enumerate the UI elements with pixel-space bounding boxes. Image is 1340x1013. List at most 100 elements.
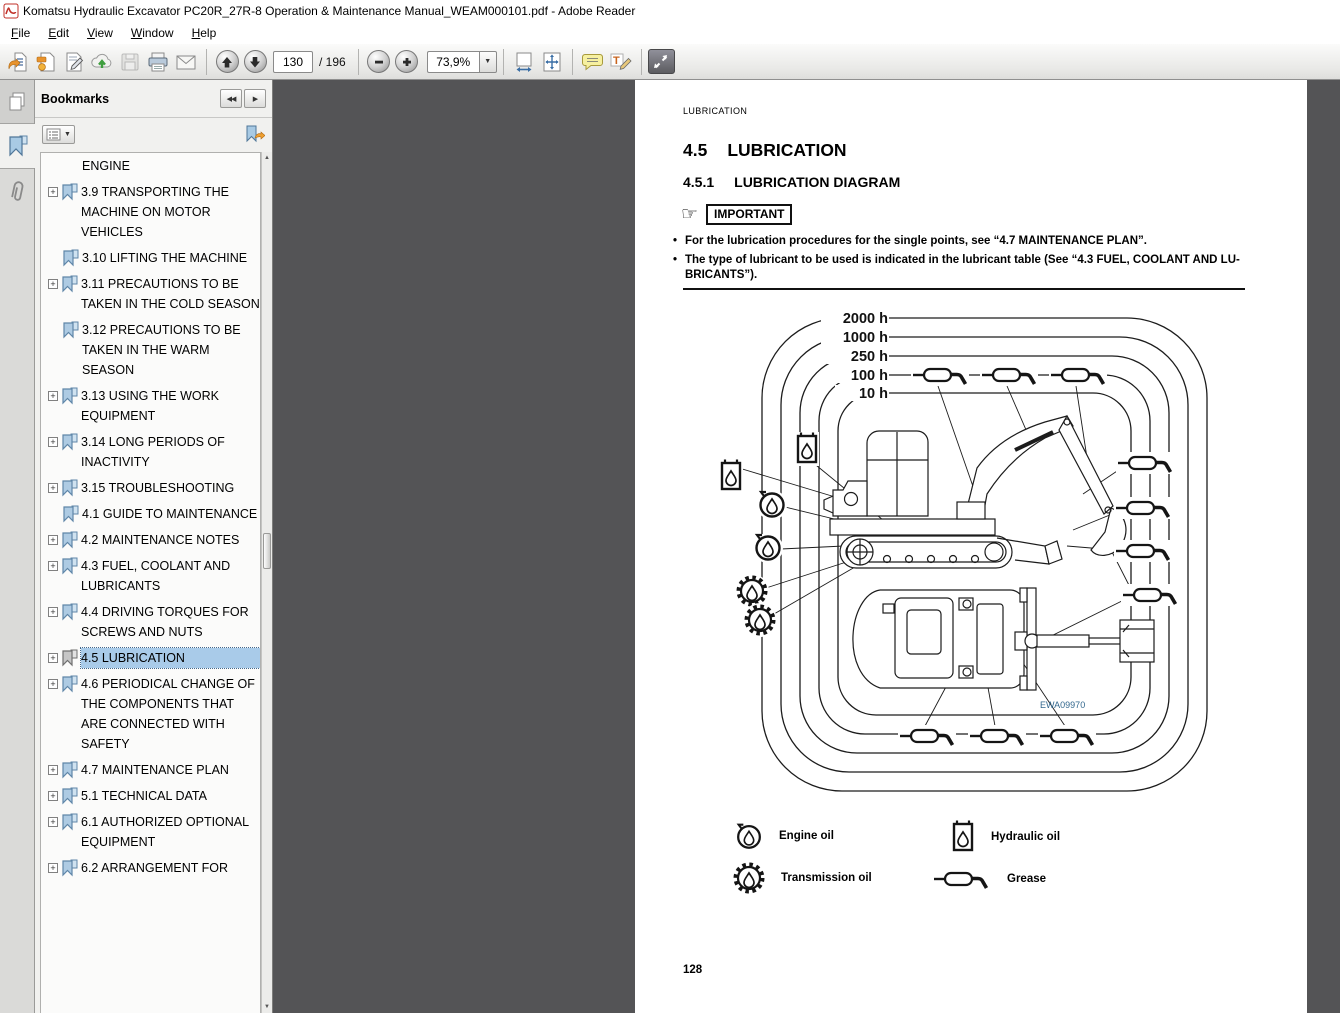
bookmark-label[interactable]: 4.5 LUBRICATION [80,647,260,669]
expand-icon[interactable]: + [48,561,58,571]
bookmark-item[interactable]: ENGINE [45,156,260,176]
grease-icon [1114,450,1176,476]
page-thumbnails-tab[interactable] [0,80,34,124]
bookmark-item[interactable]: + 4.4 DRIVING TORQUES FOR SCREWS AND NUT… [45,602,260,642]
running-header: LUBRICATION [683,106,748,116]
bookmark-options-button[interactable]: ▼ [42,124,75,144]
expand-panel-button[interactable]: ▶ [244,89,266,108]
bookmark-icon [63,249,79,267]
bookmark-label[interactable]: 3.12 PRECAUTIONS TO BE TAKEN IN THE WARM… [82,320,260,380]
bookmark-label[interactable]: 3.15 TROUBLESHOOTING [81,478,260,498]
next-page-button[interactable] [241,48,269,76]
fit-page-button[interactable] [538,48,566,76]
expand-icon[interactable]: + [48,679,58,689]
document-view[interactable]: LUBRICATION 4.5 LUBRICATION 4.5.1 LUBRICAT… [274,80,1340,1013]
bookmark-label[interactable]: 4.3 FUEL, COOLANT AND LUBRICANTS [81,556,260,596]
zoom-level-value[interactable]: 73,9% [426,50,479,73]
bookmark-item[interactable]: 4.1 GUIDE TO MAINTENANCE [45,504,260,524]
expand-icon[interactable]: + [48,607,58,617]
bookmark-label[interactable]: 4.4 DRIVING TORQUES FOR SCREWS AND NUTS [81,602,260,642]
page-number: 128 [683,964,703,976]
send-to-cloud-button[interactable] [88,48,116,76]
expand-icon[interactable]: + [48,437,58,447]
expand-icon[interactable]: + [48,279,58,289]
bookmark-label[interactable]: 3.11 PRECAUTIONS TO BE TAKEN IN THE COLD… [81,274,260,314]
sign-button[interactable] [60,48,88,76]
bookmark-item[interactable]: + 4.6 PERIODICAL CHANGE OF THE COMPONENT… [45,674,260,754]
fit-width-button[interactable] [510,48,538,76]
bookmark-label[interactable]: 3.13 USING THE WORK EQUIPMENT [81,386,260,426]
chevron-down-icon: ▼ [64,130,71,138]
bookmark-item[interactable]: + 3.14 LONG PERIODS OF INACTIVITY [45,432,260,472]
export-bookmark-icon[interactable] [244,125,265,143]
email-button[interactable] [172,48,200,76]
scroll-up-button[interactable]: ▲ [262,152,272,164]
expand-icon[interactable]: + [48,817,58,827]
comment-button[interactable] [579,48,607,76]
fit-page-icon [543,52,561,71]
expand-icon[interactable]: + [48,187,58,197]
expand-icon[interactable]: + [48,391,58,401]
bookmark-item[interactable]: + 3.13 USING THE WORK EQUIPMENT [45,386,260,426]
excavator-top-view [852,587,1155,691]
zoom-in-button[interactable] [393,48,421,76]
bookmark-label[interactable]: ENGINE [82,156,260,176]
zoom-out-button[interactable] [365,48,393,76]
zoom-control[interactable]: 73,9% ▼ [426,50,497,73]
grease-icon [896,723,958,749]
expand-icon[interactable]: + [48,653,58,663]
bookmark-item[interactable]: + 4.7 MAINTENANCE PLAN [45,760,260,780]
zoom-dropdown-button[interactable]: ▼ [478,50,497,73]
scroll-down-button[interactable]: ▼ [262,1001,272,1013]
menu-window[interactable]: Window [122,24,183,42]
bookmark-item[interactable]: + 6.2 ARRANGEMENT FOR [45,858,260,878]
expand-icon[interactable]: + [48,863,58,873]
bookmark-item[interactable]: + 6.1 AUTHORIZED OPTIONAL EQUIPMENT [45,812,260,852]
bookmarks-panel: Bookmarks ◀◀ ▶ ▼ ENGINE + 3.9 TRANSPORTIN… [35,80,273,1013]
create-pdf-button[interactable] [32,48,60,76]
expand-icon[interactable]: + [48,765,58,775]
expand-icon[interactable]: + [48,483,58,493]
bookmark-label[interactable]: 4.6 PERIODICAL CHANGE OF THE COMPONENTS … [81,674,260,754]
bookmark-item[interactable]: 3.10 LIFTING THE MACHINE [45,248,260,268]
bookmark-item[interactable]: 3.12 PRECAUTIONS TO BE TAKEN IN THE WARM… [45,320,260,380]
bookmark-label[interactable]: 3.14 LONG PERIODS OF INACTIVITY [81,432,260,472]
engine-oil-icon [757,490,787,520]
bookmark-label[interactable]: 5.1 TECHNICAL DATA [81,786,260,806]
bookmark-label[interactable]: 3.10 LIFTING THE MACHINE [82,248,260,268]
bookmark-icon [62,761,78,779]
print-button[interactable] [144,48,172,76]
highlight-text-button[interactable]: T [607,48,635,76]
fullscreen-button[interactable] [647,49,675,74]
bookmark-label[interactable]: 3.9 TRANSPORTING THE MACHINE ON MOTOR VE… [81,182,260,242]
collapse-panel-button[interactable]: ◀◀ [220,89,242,108]
subsection-heading: 4.5.1 LUBRICATION DIAGRAM [683,174,901,190]
bookmark-label[interactable]: 4.7 MAINTENANCE PLAN [81,760,260,780]
bookmark-item[interactable]: + 3.9 TRANSPORTING THE MACHINE ON MOTOR … [45,182,260,242]
expand-icon[interactable]: + [48,535,58,545]
previous-page-button[interactable] [213,48,241,76]
menu-file[interactable]: File [2,24,39,42]
paperclip-icon [11,180,24,201]
expand-icon[interactable]: + [48,791,58,801]
page-number-input[interactable]: 130 [273,50,313,73]
bookmark-item[interactable]: + 3.15 TROUBLESHOOTING [45,478,260,498]
scrollbar-thumb[interactable] [263,533,271,569]
save-button[interactable] [116,48,144,76]
bookmark-item[interactable]: + 4.5 LUBRICATION [45,647,260,669]
bookmark-item[interactable]: + 3.11 PRECAUTIONS TO BE TAKEN IN THE CO… [45,274,260,314]
attachments-tab[interactable] [0,168,34,212]
bookmark-label[interactable]: 4.2 MAINTENANCE NOTES [81,530,260,550]
bookmarks-scrollbar[interactable]: ▲ ▼ [261,152,272,1013]
bookmark-label[interactable]: 4.1 GUIDE TO MAINTENANCE [82,504,260,524]
menu-edit[interactable]: Edit [39,24,78,42]
bookmark-item[interactable]: + 4.2 MAINTENANCE NOTES [45,530,260,550]
open-button[interactable] [4,48,32,76]
bookmarks-tab[interactable] [0,124,36,168]
bookmark-label[interactable]: 6.1 AUTHORIZED OPTIONAL EQUIPMENT [81,812,260,852]
bookmark-item[interactable]: + 5.1 TECHNICAL DATA [45,786,260,806]
bookmark-item[interactable]: + 4.3 FUEL, COOLANT AND LUBRICANTS [45,556,260,596]
bookmark-label[interactable]: 6.2 ARRANGEMENT FOR [81,858,260,878]
menu-help[interactable]: Help [183,24,226,42]
menu-view[interactable]: View [78,24,122,42]
